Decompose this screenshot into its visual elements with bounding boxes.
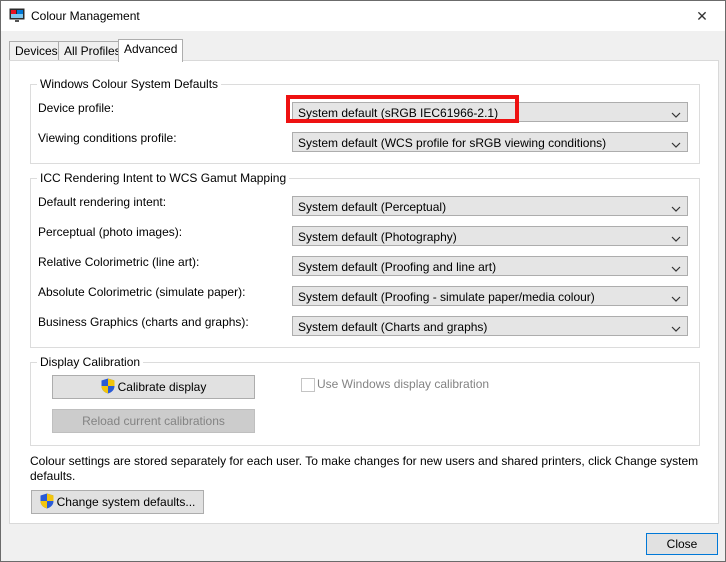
absolute-colorimetric-label: Absolute Colorimetric (simulate paper): (38, 285, 246, 299)
settings-note: Colour settings are stored separately fo… (30, 454, 699, 483)
calibrate-display-button[interactable]: Calibrate display (52, 375, 255, 399)
display-calibration-title: Display Calibration (37, 355, 144, 369)
relative-colorimetric-value: System default (Proofing and line art) (298, 260, 497, 274)
close-button[interactable]: Close (646, 533, 718, 555)
device-profile-value: System default (sRGB IEC61966-2.1) (298, 106, 499, 120)
chevron-down-icon (671, 138, 681, 148)
calibrate-display-label: Calibrate display (117, 380, 207, 394)
use-windows-calibration-label: Use Windows display calibration (317, 377, 490, 391)
reload-calibrations-button[interactable]: Reload current calibrations (52, 409, 255, 433)
advanced-tab-panel: Windows Colour System Defaults Device pr… (9, 60, 719, 524)
monitor-icon (9, 8, 25, 23)
device-profile-dropdown[interactable]: System default (sRGB IEC61966-2.1) (292, 102, 688, 122)
uac-shield-icon (101, 378, 115, 394)
default-intent-label: Default rendering intent: (38, 195, 167, 209)
change-system-defaults-button[interactable]: Change system defaults... (31, 490, 204, 514)
business-graphics-label: Business Graphics (charts and graphs): (38, 315, 249, 329)
tab-devices[interactable]: Devices (9, 41, 64, 61)
change-system-defaults-label: Change system defaults... (56, 495, 196, 509)
business-graphics-dropdown[interactable]: System default (Charts and graphs) (292, 316, 688, 336)
colour-management-window: Colour Management ✕ Devices All Profiles… (0, 0, 726, 562)
absolute-colorimetric-dropdown[interactable]: System default (Proofing - simulate pape… (292, 286, 688, 306)
viewing-conditions-dropdown[interactable]: System default (WCS profile for sRGB vie… (292, 132, 688, 152)
icc-mapping-title: ICC Rendering Intent to WCS Gamut Mappin… (37, 171, 290, 185)
absolute-colorimetric-value: System default (Proofing - simulate pape… (298, 290, 595, 304)
default-intent-value: System default (Perceptual) (298, 200, 447, 214)
chevron-down-icon (671, 202, 681, 212)
window-title: Colour Management (31, 9, 140, 23)
chevron-down-icon (671, 108, 681, 118)
wcs-defaults-group: Windows Colour System Defaults (30, 77, 700, 164)
use-windows-calibration-checkbox[interactable] (301, 378, 315, 392)
tab-all-profiles[interactable]: All Profiles (58, 41, 127, 61)
title-bar: Colour Management ✕ (1, 1, 725, 31)
default-intent-dropdown[interactable]: System default (Perceptual) (292, 196, 688, 216)
device-profile-label: Device profile: (38, 101, 115, 115)
viewing-conditions-value: System default (WCS profile for sRGB vie… (298, 136, 607, 150)
uac-shield-icon (40, 493, 54, 509)
relative-colorimetric-dropdown[interactable]: System default (Proofing and line art) (292, 256, 688, 276)
business-graphics-value: System default (Charts and graphs) (298, 320, 488, 334)
perceptual-dropdown[interactable]: System default (Photography) (292, 226, 688, 246)
viewing-conditions-label: Viewing conditions profile: (38, 131, 177, 145)
chevron-down-icon (671, 322, 681, 332)
perceptual-value: System default (Photography) (298, 230, 457, 244)
perceptual-label: Perceptual (photo images): (38, 225, 183, 239)
relative-colorimetric-label: Relative Colorimetric (line art): (38, 255, 200, 269)
chevron-down-icon (671, 262, 681, 272)
tab-advanced[interactable]: Advanced (118, 39, 184, 62)
window-close-button[interactable]: ✕ (679, 1, 725, 31)
chevron-down-icon (671, 292, 681, 302)
wcs-defaults-title: Windows Colour System Defaults (37, 77, 222, 91)
chevron-down-icon (671, 232, 681, 242)
